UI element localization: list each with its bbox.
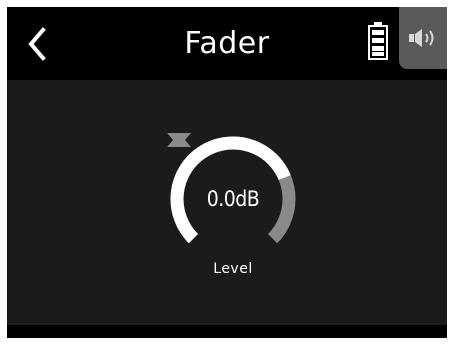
level-label: Level <box>213 261 253 277</box>
arrow-down-icon[interactable] <box>166 132 192 148</box>
header-bar: Fader <box>7 7 447 80</box>
fader-panel: 0.0dB Level <box>7 80 447 325</box>
chevron-left-icon <box>28 27 46 61</box>
device-screen: Fader 0.0dB Level <box>7 7 447 338</box>
footer-bar <box>7 325 447 338</box>
page-title: Fader <box>184 26 270 61</box>
back-button[interactable] <box>17 21 57 67</box>
level-knob[interactable]: 0.0dB <box>166 132 300 266</box>
speaker-button[interactable] <box>399 7 447 69</box>
level-value: 0.0dB <box>206 187 260 211</box>
speaker-icon <box>409 29 434 47</box>
battery-icon <box>367 21 389 61</box>
